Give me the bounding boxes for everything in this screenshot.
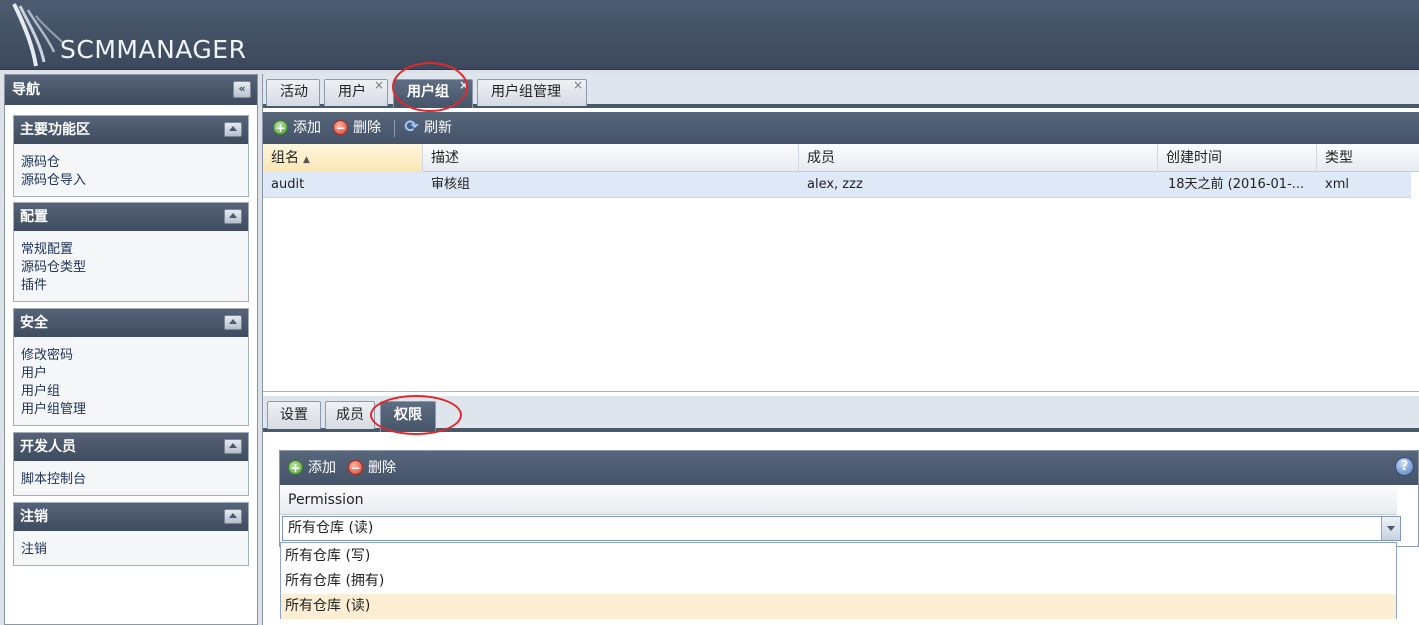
navigation-title: 导航 xyxy=(12,82,40,98)
app-header: SCMMANAGER xyxy=(0,0,1419,70)
help-icon[interactable]: ? xyxy=(1395,457,1414,476)
delete-icon: − xyxy=(333,120,348,135)
button-label: 删除 xyxy=(353,120,381,136)
nav-link-repository-import[interactable]: 源码仓导入 xyxy=(21,172,242,190)
navigation-sidebar: 导航 « 主要功能区 源码仓 源码仓导入 配置 常规配置 源码仓类型 插件 安全… xyxy=(4,74,258,625)
permission-column-header[interactable]: Permission xyxy=(280,485,1397,515)
refresh-button[interactable]: ⟳ 刷新 xyxy=(404,119,452,137)
collapse-panel-icon[interactable] xyxy=(224,509,242,524)
add-icon: + xyxy=(273,120,288,135)
group-toolbar: + 添加 − 删除 ⟳ 刷新 xyxy=(263,112,1419,144)
column-label: 描述 xyxy=(431,150,459,166)
permissions-panel: + 添加 − 删除 ? Permission 所有仓库 (读) xyxy=(279,450,1419,547)
panel-developer: 开发人员 脚本控制台 xyxy=(13,432,249,496)
close-icon[interactable]: × xyxy=(374,78,384,92)
dropdown-option-read[interactable]: 所有仓库 (读) xyxy=(281,594,1396,619)
panel-header[interactable]: 安全 xyxy=(14,309,248,337)
delete-icon: − xyxy=(348,460,363,475)
tab-label: 设置 xyxy=(280,407,308,423)
cell-description: 审核组 xyxy=(431,177,471,192)
toolbar-divider xyxy=(394,120,395,137)
add-group-button[interactable]: + 添加 xyxy=(273,119,321,137)
column-header-type[interactable]: 类型 xyxy=(1317,144,1419,172)
nav-link-users[interactable]: 用户 xyxy=(21,365,242,383)
column-header-name[interactable]: 组名 ▲ xyxy=(263,144,423,172)
nav-link-groups[interactable]: 用户组 xyxy=(21,383,242,401)
tab-label: 活动 xyxy=(280,84,308,100)
panel-config: 配置 常规配置 源码仓类型 插件 xyxy=(13,202,249,302)
close-icon[interactable]: × xyxy=(573,78,583,92)
annotation-circle-permissions-tab xyxy=(370,395,462,435)
collapse-sidebar-button[interactable]: « xyxy=(233,81,251,98)
nav-link-group-management[interactable]: 用户组管理 xyxy=(21,401,242,419)
button-label: 刷新 xyxy=(424,120,452,136)
panel-header[interactable]: 主要功能区 xyxy=(14,116,248,144)
column-label: 成员 xyxy=(807,150,835,166)
panel-logout: 注销 注销 xyxy=(13,502,249,566)
panel-title: 开发人员 xyxy=(20,439,76,455)
dropdown-option-write[interactable]: 所有仓库 (写) xyxy=(281,544,1396,569)
panel-header[interactable]: 开发人员 xyxy=(14,433,248,461)
panel-security: 安全 修改密码 用户 用户组 用户组管理 xyxy=(13,308,249,426)
panel-title: 注销 xyxy=(20,509,48,525)
nav-link-repository-types[interactable]: 源码仓类型 xyxy=(21,259,242,277)
nav-link-repositories[interactable]: 源码仓 xyxy=(21,154,242,172)
tab-label: 用户组管理 xyxy=(491,84,561,100)
cell-members: alex, zzz xyxy=(807,177,863,192)
tab-members[interactable]: 成员 xyxy=(325,401,375,429)
tab-activity[interactable]: 活动 xyxy=(266,79,320,106)
panel-title: 安全 xyxy=(20,315,48,331)
delete-permission-button[interactable]: − 删除 xyxy=(348,459,396,477)
column-header-description[interactable]: 描述 xyxy=(423,144,799,172)
nav-link-script-console[interactable]: 脚本控制台 xyxy=(21,471,242,489)
panel-title: 主要功能区 xyxy=(20,122,90,138)
delete-group-button[interactable]: − 删除 xyxy=(333,119,381,137)
panel-title: 配置 xyxy=(20,209,48,225)
panel-header[interactable]: 注销 xyxy=(14,503,248,531)
cell-type: xml xyxy=(1325,177,1349,192)
add-icon: + xyxy=(288,460,303,475)
cell-name: audit xyxy=(271,177,305,192)
logo-text: SCMMANAGER xyxy=(60,35,247,64)
dropdown-option-owner[interactable]: 所有仓库 (拥有) xyxy=(281,569,1396,594)
button-label: 删除 xyxy=(368,460,396,476)
navigation-header: 导航 « xyxy=(5,75,257,105)
column-label: Permission xyxy=(288,492,364,508)
tab-group-management[interactable]: 用户组管理 × xyxy=(477,78,587,106)
column-label: 创建时间 xyxy=(1166,150,1222,166)
panel-main-functions: 主要功能区 源码仓 源码仓导入 xyxy=(13,115,249,197)
cell-created: 18天之前 (2016-01-... xyxy=(1168,177,1305,192)
table-header: 组名 ▲ 描述 成员 创建时间 类型 xyxy=(263,144,1419,172)
column-label: 组名 xyxy=(271,150,299,166)
tab-settings[interactable]: 设置 xyxy=(267,401,321,429)
collapse-panel-icon[interactable] xyxy=(224,209,242,224)
collapse-panel-icon[interactable] xyxy=(224,439,242,454)
permissions-toolbar: + 添加 − 删除 ? xyxy=(280,451,1418,485)
nav-link-change-password[interactable]: 修改密码 xyxy=(21,347,242,365)
tab-label: 成员 xyxy=(336,407,364,423)
tab-users[interactable]: 用户 × xyxy=(324,78,388,106)
permission-combobox[interactable]: 所有仓库 (读) xyxy=(282,516,1401,541)
add-permission-button[interactable]: + 添加 xyxy=(288,459,336,477)
chevron-down-icon[interactable] xyxy=(1381,517,1400,540)
annotation-circle-groups-tab xyxy=(392,62,468,112)
column-header-members[interactable]: 成员 xyxy=(799,144,1158,172)
nav-link-plugins[interactable]: 插件 xyxy=(21,277,242,295)
button-label: 添加 xyxy=(293,120,321,136)
nav-link-general-config[interactable]: 常规配置 xyxy=(21,241,242,259)
tab-label: 用户 xyxy=(338,84,366,100)
button-label: 添加 xyxy=(308,460,336,476)
groups-table: 组名 ▲ 描述 成员 创建时间 类型 audit 审核组 alex, zzz 18… xyxy=(263,144,1419,392)
refresh-icon: ⟳ xyxy=(404,117,419,137)
sort-ascending-icon: ▲ xyxy=(303,155,310,165)
combo-value: 所有仓库 (读) xyxy=(288,520,374,536)
collapse-panel-icon[interactable] xyxy=(224,315,242,330)
permission-dropdown-list: 所有仓库 (写) 所有仓库 (拥有) 所有仓库 (读) xyxy=(280,542,1397,619)
column-header-created[interactable]: 创建时间 xyxy=(1158,144,1317,172)
collapse-panel-icon[interactable] xyxy=(224,122,242,137)
panel-header[interactable]: 配置 xyxy=(14,203,248,231)
table-row[interactable]: audit 审核组 alex, zzz 18天之前 (2016-01-... x… xyxy=(263,172,1411,198)
nav-link-logout[interactable]: 注销 xyxy=(21,541,242,559)
column-label: 类型 xyxy=(1325,150,1353,166)
